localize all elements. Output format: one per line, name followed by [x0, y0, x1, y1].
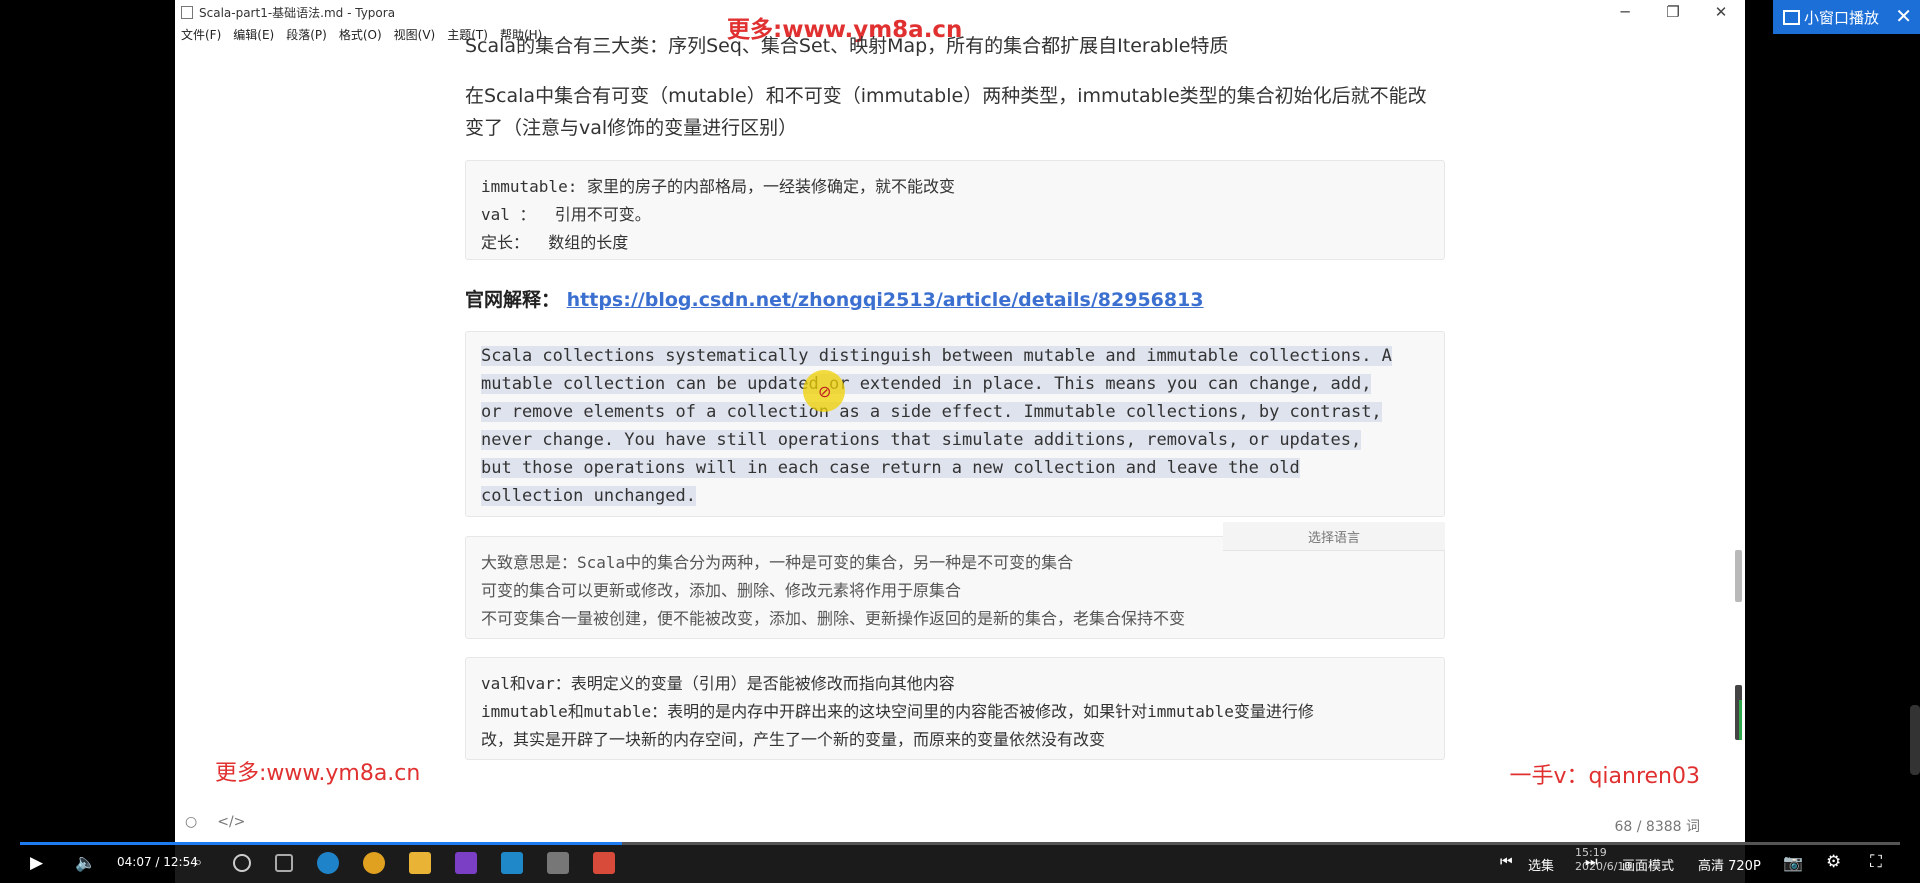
next-icon[interactable]: ⏭: [1585, 854, 1598, 870]
task-view-icon[interactable]: [275, 853, 293, 872]
fullscreen-icon[interactable]: ⛶: [1870, 852, 1882, 872]
mini-window-label: 小窗口播放: [1804, 8, 1880, 27]
volume-icon[interactable]: 🔈: [75, 853, 96, 873]
code-line: val ： 引用不可变。: [481, 205, 651, 224]
code-line: collection unchanged.: [481, 486, 696, 506]
cortana-icon[interactable]: [233, 853, 251, 872]
folder-icon[interactable]: [409, 851, 431, 874]
paragraph-line: 变了（注意与val修饰的变量进行区别）: [465, 117, 798, 139]
official-label: 官网解释：: [465, 289, 561, 311]
gear-icon[interactable]: ⚙: [1826, 852, 1841, 872]
circle-icon[interactable]: ○: [185, 814, 197, 830]
paragraph-line: 在Scala中集合有可变（mutable）和不可变（immutable）两种类型…: [465, 85, 1427, 107]
code-line: immutable和mutable：表明的是内存中开辟出来的这块空间里的内容能否…: [481, 702, 1314, 721]
close-icon[interactable]: ✕: [1697, 0, 1745, 24]
app-icon[interactable]: [593, 851, 615, 874]
mouse-cursor-highlight: ⊘: [803, 370, 845, 412]
code-line: but those operations will in each case r…: [481, 458, 1300, 478]
maximize-icon[interactable]: ❐: [1649, 0, 1697, 24]
editor-footer: ○ </>: [185, 814, 245, 830]
cut-paragraph: Scala的集合有三大类：序列Seq、集合Set、映射Map，所有的集合都扩展自…: [465, 36, 1455, 62]
side-handle[interactable]: [1910, 705, 1920, 775]
code-block-english[interactable]: Scala collections systematically disting…: [465, 331, 1445, 517]
menu-format[interactable]: 格式(O): [339, 26, 382, 43]
code-line: 不可变集合一量被创建，便不能被改变，添加、删除、更新操作返回的是新的集合，老集合…: [481, 609, 1186, 628]
picture-mode[interactable]: 画面模式: [1622, 855, 1674, 874]
app-icon[interactable]: [501, 851, 523, 874]
playback-time: 04:07 / 12:54: [117, 855, 198, 869]
code-line: or remove elements of a collection as a …: [481, 402, 1382, 422]
scroll-indicator: [1739, 700, 1742, 740]
previous-icon[interactable]: ⏮: [1500, 854, 1513, 870]
code-line: 可变的集合可以更新或修改，添加、删除、修改元素将作用于原集合: [481, 581, 962, 600]
code-block-meaning[interactable]: 大致意思是：Scala中的集合分为两种，一种是可变的集合，另一种是不可变的集合 …: [465, 536, 1445, 639]
editor-scrollbar[interactable]: [1735, 550, 1742, 602]
minimize-icon[interactable]: ─: [1601, 0, 1649, 24]
quality-selector[interactable]: 高清 720P: [1698, 855, 1761, 874]
official-explanation: 官网解释： https://blog.csdn.net/zhongqi2513/…: [465, 285, 1204, 312]
ide-icon[interactable]: [455, 851, 477, 874]
menu-edit[interactable]: 编辑(E): [233, 26, 274, 43]
code-line: never change. You have still operations …: [481, 430, 1362, 450]
code-block-immutable[interactable]: immutable: 家里的房子的内部格局，一经装修确定，就不能改变 val ：…: [465, 160, 1445, 260]
progress-fill: [20, 842, 622, 845]
source-code-icon[interactable]: </>: [217, 814, 245, 830]
code-line: Scala collections systematically disting…: [481, 346, 1392, 366]
code-line: mutable collection can be updated or ext…: [481, 374, 1372, 394]
paragraph-mutable: 在Scala中集合有可变（mutable）和不可变（immutable）两种类型…: [465, 80, 1455, 144]
menu-paragraph[interactable]: 段落(P): [286, 26, 327, 43]
window-controls: ─ ❐ ✕: [1601, 0, 1745, 24]
word-count: 68 / 8388 词: [1614, 819, 1700, 835]
code-line: 定长： 数组的长度: [481, 233, 629, 252]
code-line: val和var：表明定义的变量（引用）是否能被修改而指向其他内容: [481, 674, 955, 693]
select-episode[interactable]: 选集: [1528, 855, 1554, 874]
video-frame[interactable]: Scala-part1-基础语法.md - Typora ─ ❐ ✕ 文件(F)…: [0, 0, 1920, 883]
mini-window-icon: [1783, 9, 1800, 25]
close-icon[interactable]: ✕: [1895, 4, 1912, 28]
mini-window-button[interactable]: 小窗口播放 ✕: [1773, 0, 1920, 34]
chrome-icon[interactable]: [363, 851, 385, 874]
menu-view[interactable]: 视图(V): [394, 26, 436, 43]
watermark-left: 更多:www.ym8a.cn: [215, 761, 421, 786]
camera-icon[interactable]: 📷: [1783, 853, 1803, 872]
typora-app-icon: [181, 5, 193, 19]
typora-icon[interactable]: [547, 851, 569, 874]
play-icon[interactable]: ▶: [30, 853, 43, 873]
code-block-val-var[interactable]: val和var：表明定义的变量（引用）是否能被修改而指向其他内容 immutab…: [465, 657, 1445, 760]
edge-icon[interactable]: [317, 851, 339, 874]
select-language[interactable]: 选择语言: [1223, 522, 1445, 551]
watermark-right: 一手v：qianren03: [1509, 764, 1700, 789]
window-title: Scala-part1-基础语法.md - Typora: [199, 5, 396, 20]
code-line: immutable: 家里的房子的内部格局，一经装修确定，就不能改变: [481, 177, 955, 196]
code-line: 大致意思是：Scala中的集合分为两种，一种是可变的集合，另一种是不可变的集合: [481, 553, 1074, 572]
video-progress-bar[interactable]: [20, 842, 1900, 845]
typora-window: Scala-part1-基础语法.md - Typora ─ ❐ ✕ 文件(F)…: [175, 0, 1745, 842]
paragraph-text: Scala的集合有三大类：序列Seq、集合Set、映射Map，所有的集合都扩展自…: [465, 36, 1229, 57]
menu-file[interactable]: 文件(F): [181, 26, 221, 43]
code-line: 改，其实是开辟了一块新的内存空间，产生了一个新的变量，而原来的变量依然没有改变: [481, 730, 1106, 749]
official-link[interactable]: https://blog.csdn.net/zhongqi2513/articl…: [567, 289, 1204, 311]
